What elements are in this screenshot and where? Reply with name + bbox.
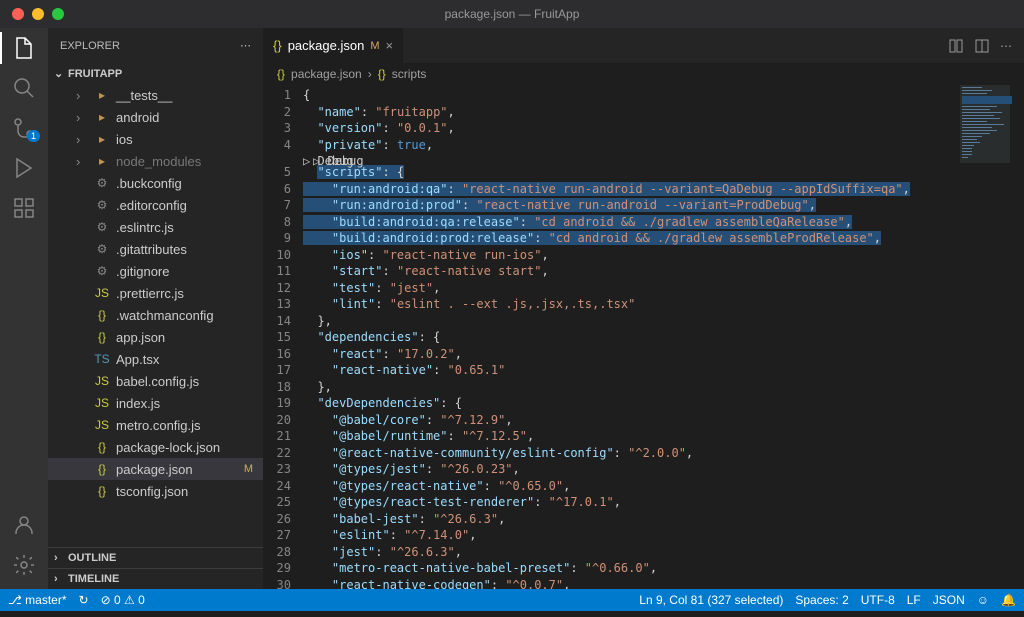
chevron-right-icon: › [54,552,68,564]
file-item[interactable]: ⚙.buckconfig [48,172,263,194]
extensions-icon[interactable] [12,196,36,220]
activity-bar: 1 [0,28,48,589]
timeline-section[interactable]: ›TIMELINE [48,568,263,589]
folder-item[interactable]: ›▸__tests__ [48,84,263,106]
file-item[interactable]: JSindex.js [48,392,263,414]
source-control-icon[interactable]: 1 [12,116,36,140]
file-item[interactable]: JS.prettierrc.js [48,282,263,304]
encoding[interactable]: UTF-8 [861,593,895,607]
search-icon[interactable] [12,76,36,100]
code-editor[interactable]: 1234567891011121314151617181920212223242… [263,85,1024,589]
folder-item[interactable]: ›▸ios [48,128,263,150]
breadcrumb-file: package.json [291,67,362,81]
run-debug-icon[interactable] [12,156,36,180]
problems-indicator[interactable]: ⊘ 0 ⚠ 0 [101,593,145,607]
explorer-icon[interactable] [12,36,36,60]
sync-icon[interactable]: ↻ [79,593,89,607]
bell-icon[interactable]: 🔔 [1001,593,1016,607]
status-bar: ⎇ master* ↻ ⊘ 0 ⚠ 0 Ln 9, Col 81 (327 se… [0,589,1024,611]
file-item[interactable]: {}.watchmanconfig [48,304,263,326]
window-title: package.json — FruitApp [445,7,580,21]
file-item[interactable]: JSbabel.config.js [48,370,263,392]
file-item[interactable]: TSApp.tsx [48,348,263,370]
breadcrumb-path: scripts [392,67,427,81]
tab-modified-indicator: M [370,40,379,52]
explorer-header: EXPLORER [60,40,120,52]
accounts-icon[interactable] [12,513,36,537]
tab-filename: package.json [288,38,365,53]
branch-indicator[interactable]: ⎇ master* [8,593,67,607]
breadcrumb[interactable]: {} package.json › {} scripts [263,63,1024,85]
scm-badge: 1 [27,130,40,142]
json-icon: {} [378,67,386,81]
indentation[interactable]: Spaces: 2 [795,593,848,607]
titlebar: package.json — FruitApp [0,0,1024,28]
editor-group: {} package.json M × ⋯ {} package.json › … [263,28,1024,589]
minimap[interactable] [954,85,1024,588]
file-item[interactable]: ⚙.eslintrc.js [48,216,263,238]
chevron-down-icon: ⌄ [54,67,68,80]
json-icon: {} [277,67,285,81]
tab-bar: {} package.json M × ⋯ [263,28,1024,63]
file-item[interactable]: ⚙.gitignore [48,260,263,282]
more-actions-icon[interactable]: ⋯ [1000,39,1012,53]
folder-item[interactable]: ›▸android [48,106,263,128]
close-tab-icon[interactable]: × [385,38,393,53]
chevron-right-icon: › [368,67,372,81]
project-section[interactable]: ⌄ FRUITAPP [48,63,263,84]
file-tree: ›▸__tests__›▸android›▸ios›▸node_modules⚙… [48,84,263,547]
file-item[interactable]: JSmetro.config.js [48,414,263,436]
language-mode[interactable]: JSON [933,593,965,607]
project-name: FRUITAPP [68,68,122,80]
maximize-window-button[interactable] [52,8,64,20]
file-item[interactable]: {}package-lock.json [48,436,263,458]
file-item[interactable]: {}tsconfig.json [48,480,263,502]
json-icon: {} [273,38,282,53]
folder-item[interactable]: ›▸node_modules [48,150,263,172]
settings-gear-icon[interactable] [12,553,36,577]
file-item[interactable]: {}app.json [48,326,263,348]
close-window-button[interactable] [12,8,24,20]
compare-icon[interactable] [948,38,964,54]
file-item[interactable]: ⚙.editorconfig [48,194,263,216]
explorer-more-icon[interactable]: ⋯ [240,39,251,52]
outline-section[interactable]: ›OUTLINE [48,547,263,568]
cursor-position[interactable]: Ln 9, Col 81 (327 selected) [639,593,783,607]
minimize-window-button[interactable] [32,8,44,20]
split-editor-icon[interactable] [974,38,990,54]
chevron-right-icon: › [54,573,68,585]
file-item[interactable]: ⚙.gitattributes [48,238,263,260]
feedback-icon[interactable]: ☺ [977,593,989,607]
eol[interactable]: LF [907,593,921,607]
sidebar: EXPLORER ⋯ ⌄ FRUITAPP ›▸__tests__›▸andro… [48,28,263,589]
tab-package-json[interactable]: {} package.json M × [263,28,404,63]
file-item[interactable]: {}package.jsonM [48,458,263,480]
